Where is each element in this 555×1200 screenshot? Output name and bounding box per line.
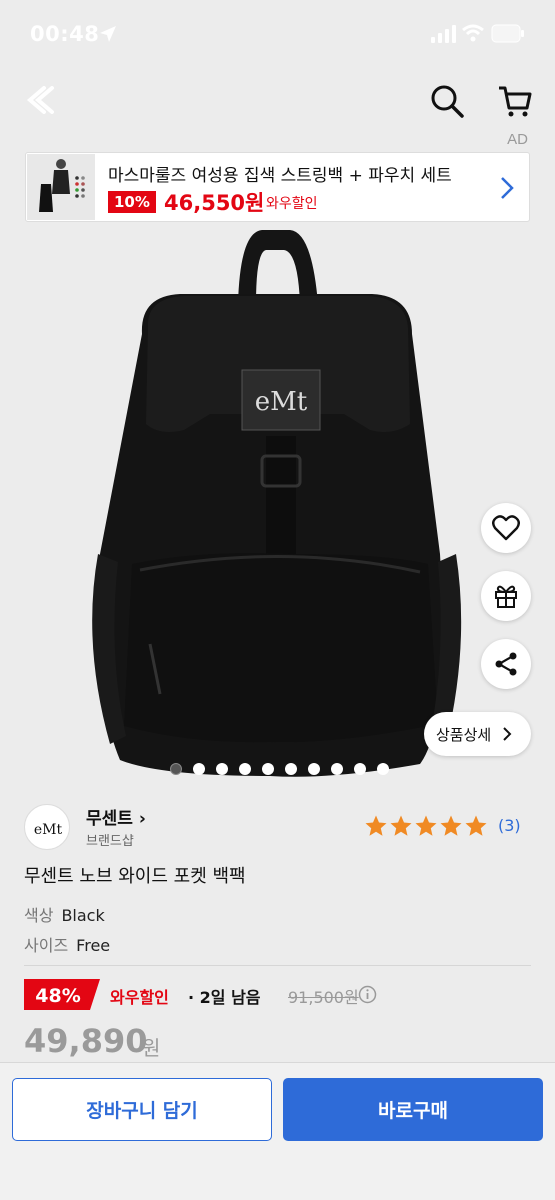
sale-price: 49,890 — [24, 1022, 148, 1060]
product-detail-label: 상품상세 — [436, 725, 492, 744]
review-count[interactable]: (3) — [498, 816, 521, 835]
ad-label: AD — [507, 131, 528, 148]
gift-icon — [495, 585, 517, 608]
product-detail-button[interactable]: 상품상세 — [424, 712, 531, 756]
gallery-pagination — [170, 763, 389, 775]
add-to-cart-button[interactable]: 장바구니 담기 — [12, 1078, 272, 1141]
ad-thumbnail — [27, 154, 95, 220]
back-arrow-icon[interactable] — [22, 82, 58, 118]
star-icon — [465, 815, 487, 836]
brand-logo[interactable]: eMt — [24, 804, 70, 850]
location-arrow-icon — [100, 26, 116, 42]
product-info: eMt 무센트 › 브랜드샵 (3) 무센트 노브 와이드 포켓 백팩 색상 Bl… — [0, 782, 555, 1072]
divider — [24, 965, 531, 966]
gallery-dot[interactable] — [216, 763, 228, 775]
star-icon — [415, 815, 437, 836]
top-nav-bar — [0, 72, 555, 130]
bottom-action-bar: 장바구니 담기 바로구매 — [0, 1062, 555, 1200]
option-size: 사이즈 Free — [24, 932, 110, 956]
currency-unit: 원 — [142, 1036, 161, 1060]
brand-logo-image: eMt — [34, 822, 63, 838]
share-button[interactable] — [481, 639, 531, 689]
gallery-dot[interactable] — [354, 763, 366, 775]
brand-name: 무센트 — [86, 809, 133, 829]
star-icon — [440, 815, 462, 836]
gallery-dot[interactable] — [239, 763, 251, 775]
battery-icon — [491, 24, 524, 43]
svg-text:eMt: eMt — [255, 387, 308, 417]
svg-text:48%: 48% — [35, 985, 80, 1007]
rating-stars[interactable] — [364, 814, 488, 838]
ad-price: 46,550원 — [164, 191, 265, 215]
option-label: 사이즈 — [24, 936, 69, 955]
ad-thumbnail-image — [27, 154, 95, 220]
time-remaining: · 2일 남음 — [188, 988, 261, 1007]
gallery-dot[interactable] — [285, 763, 297, 775]
option-value: Black — [61, 906, 105, 925]
option-color: 색상 Black — [24, 902, 105, 926]
chevron-right-icon — [501, 177, 514, 199]
chevron-right-icon: › — [138, 809, 146, 829]
gallery-dot[interactable] — [193, 763, 205, 775]
search-icon[interactable] — [428, 82, 466, 120]
brand-shop-label: 브랜드샵 — [86, 834, 134, 849]
info-icon[interactable] — [358, 985, 377, 1004]
gallery-dot[interactable] — [262, 763, 274, 775]
cart-icon[interactable] — [496, 82, 534, 120]
svg-text:eMt: eMt — [34, 822, 63, 838]
wow-discount-label: 와우할인 — [110, 988, 169, 1007]
share-icon — [495, 652, 517, 676]
chevron-right-icon — [503, 727, 512, 741]
discount-badge: 48% — [24, 979, 100, 1010]
ad-wow-label: 와우할인 — [266, 196, 318, 212]
gallery-dot[interactable] — [308, 763, 320, 775]
gift-button[interactable] — [481, 571, 531, 621]
option-label: 색상 — [24, 906, 54, 925]
ad-title: 마스마룰즈 여성용 집색 스트링백 + 파우치 세트 — [108, 166, 452, 186]
status-time: 00:48 — [30, 22, 100, 46]
heart-icon — [492, 515, 520, 541]
star-icon — [365, 815, 387, 836]
product-title: 무센트 노브 와이드 포켓 백팩 — [24, 866, 246, 887]
gallery-dot[interactable] — [377, 763, 389, 775]
cellular-signal-icon — [431, 25, 456, 43]
gallery-dot[interactable] — [170, 763, 182, 775]
brand-name-link[interactable]: 무센트 › — [86, 804, 146, 829]
backpack-image: eMt — [0, 224, 555, 780]
product-image[interactable]: eMt — [0, 224, 555, 780]
wishlist-button[interactable] — [481, 503, 531, 553]
ad-banner[interactable]: 마스마룰즈 여성용 집색 스트링백 + 파우치 세트 10% 46,550원 와… — [25, 152, 530, 222]
option-value: Free — [76, 936, 111, 955]
original-price: 91,500원 — [288, 988, 359, 1007]
buy-now-button[interactable]: 바로구매 — [283, 1078, 543, 1141]
wifi-icon — [462, 24, 484, 42]
star-icon — [390, 815, 412, 836]
gallery-dot[interactable] — [331, 763, 343, 775]
status-bar: 00:48 — [0, 0, 555, 72]
ad-discount-badge: 10% — [108, 191, 156, 213]
